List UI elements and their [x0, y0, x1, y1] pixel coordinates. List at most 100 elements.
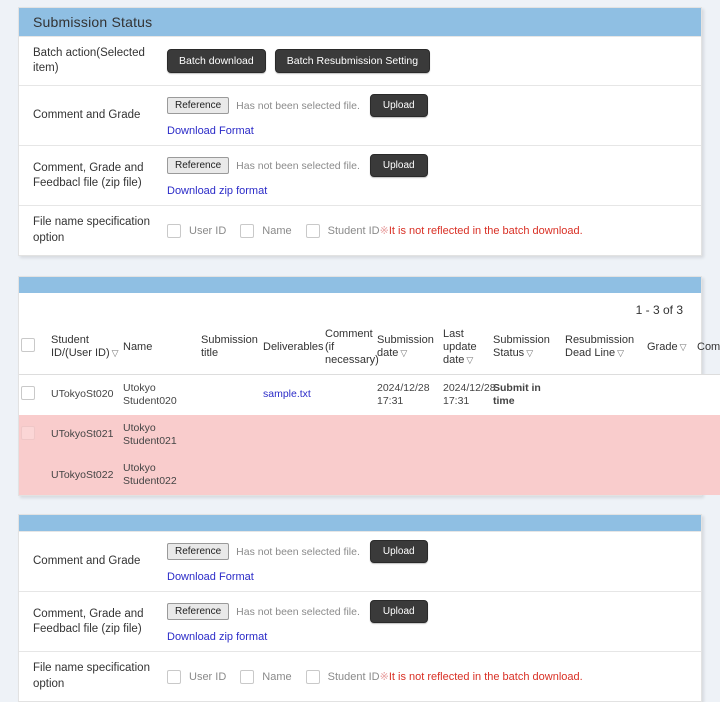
row-comment-grade-feedback: Comment, Grade and Feedbacl file (zip fi… — [19, 145, 701, 205]
panel-header-submission-status: Submission Status — [19, 8, 701, 36]
cell-submission-title — [199, 374, 261, 415]
label-comment-grade-feedback: Comment, Grade and Feedbacl file (zip fi… — [19, 146, 157, 205]
cell-submission-date — [375, 415, 441, 455]
checkbox-name-top[interactable] — [240, 224, 254, 238]
file-status-comment-grade-bottom: Has not been selected file. — [236, 546, 360, 558]
cell-checkbox — [19, 455, 49, 495]
upload-button-comment-grade[interactable]: Upload — [370, 94, 428, 117]
batch-resubmission-setting-button[interactable]: Batch Resubmission Setting — [275, 49, 430, 73]
checkbox-label-student-id-bottom: Student ID — [328, 671, 380, 683]
label-batch-action: Batch action(Selected item) — [19, 37, 157, 85]
cell-checkbox — [19, 374, 49, 415]
cell-name: Utokyo Student020 — [121, 374, 199, 415]
file-status-comment-grade: Has not been selected file. — [236, 100, 360, 112]
th-select-all — [19, 323, 49, 374]
th-label-deliverables: Deliverables — [263, 341, 324, 353]
cell-resubmission-dead-line — [563, 455, 645, 495]
th-resubmission-dead-line[interactable]: Resubmission Dead Line▽ — [563, 323, 645, 374]
row-checkbox[interactable] — [21, 426, 35, 440]
download-format-wrap-comment-grade: Download Format — [167, 123, 701, 137]
sort-triangle-icon-resubmission-dead-line[interactable]: ▽ — [617, 348, 624, 358]
file-input-line-feedback-zip: Reference Has not been selected file. Up… — [167, 154, 701, 177]
checkbox-student-id-bottom[interactable] — [306, 670, 320, 684]
cell-submission-status — [491, 415, 563, 455]
checkbox-label-student-id-top: Student ID — [328, 225, 380, 237]
th-submission-date[interactable]: Submission date▽ — [375, 323, 441, 374]
field-batch-action: Batch download Batch Resubmission Settin… — [157, 37, 701, 85]
table-row: UTokyoSt022 Utokyo Student022 — [19, 455, 720, 495]
asterisk-mark-icon-bottom: ※ — [380, 671, 389, 683]
cell-com — [695, 455, 720, 495]
checkbox-student-id-top[interactable] — [306, 224, 320, 238]
upload-button-comment-grade-bottom[interactable]: Upload — [370, 540, 428, 563]
download-zip-format-link-bottom[interactable]: Download zip format — [167, 631, 267, 643]
file-status-feedback-zip-bottom: Has not been selected file. — [236, 606, 360, 618]
th-submission-status[interactable]: Submission Status▽ — [491, 323, 563, 374]
th-deliverables: Deliverables — [261, 323, 323, 374]
cell-submission-date — [375, 455, 441, 495]
download-zip-format-wrap: Download zip format — [167, 183, 701, 197]
row-checkbox[interactable] — [21, 466, 35, 480]
th-com: Com⋯ — [695, 323, 720, 374]
row-file-name-option: File name specification option User ID N… — [19, 205, 701, 254]
file-input-line-feedback-zip-bottom: Reference Has not been selected file. Up… — [167, 600, 701, 623]
row-comment-grade-feedback-bottom: Comment, Grade and Feedbacl file (zip fi… — [19, 591, 701, 651]
th-submission-title: Submission title — [199, 323, 261, 374]
batch-download-button[interactable]: Batch download — [167, 49, 266, 73]
label-comment-and-grade-bottom: Comment and Grade — [19, 532, 157, 591]
reference-button-feedback-zip[interactable]: Reference — [167, 157, 229, 174]
checkbox-label-user-id-top: User ID — [189, 225, 226, 237]
batch-download-warning-bottom: ※It is not reflected in the batch downlo… — [380, 670, 583, 683]
checkbox-select-all[interactable] — [21, 338, 35, 352]
sort-triangle-icon-grade[interactable]: ▽ — [680, 342, 687, 352]
sort-triangle-icon-submission-status[interactable]: ▽ — [526, 348, 533, 358]
sort-triangle-icon-submission-date[interactable]: ▽ — [400, 348, 407, 358]
reference-button-feedback-zip-bottom[interactable]: Reference — [167, 603, 229, 620]
row-checkbox[interactable] — [21, 386, 35, 400]
label-file-name-option: File name specification option — [19, 206, 157, 254]
th-student-id[interactable]: Student ID/(User ID)▽ — [49, 323, 121, 374]
field-comment-grade-feedback: Reference Has not been selected file. Up… — [157, 146, 701, 205]
checkbox-user-id-bottom[interactable] — [167, 670, 181, 684]
download-format-wrap-bottom: Download Format — [167, 569, 701, 583]
download-zip-format-wrap-bottom: Download zip format — [167, 629, 701, 643]
cell-last-update-date — [441, 415, 491, 455]
cell-student-id: UTokyoSt020 — [49, 374, 121, 415]
deliverable-file-link[interactable]: sample.txt — [263, 388, 311, 400]
file-name-option-checkbox-row-bottom: User ID Name Student ID ※It is not refle… — [167, 670, 701, 684]
cell-student-id: UTokyoSt022 — [49, 455, 121, 495]
th-label-com: Com⋯ — [697, 341, 720, 353]
batch-action-button-row: Batch download Batch Resubmission Settin… — [167, 49, 701, 73]
checkbox-user-id-top[interactable] — [167, 224, 181, 238]
cell-student-id: UTokyoSt021 — [49, 415, 121, 455]
field-file-name-option: User ID Name Student ID ※It is not refle… — [157, 206, 701, 254]
cell-last-update-date — [441, 455, 491, 495]
download-zip-format-link[interactable]: Download zip format — [167, 185, 267, 197]
submissions-table: Student ID/(User ID)▽ Name Submission ti… — [19, 323, 720, 496]
sort-triangle-icon-last-update-date[interactable]: ▽ — [466, 355, 473, 365]
th-comment: Comment (if necessary) — [323, 323, 375, 374]
cell-comment — [323, 415, 375, 455]
page-root: Submission Status Batch action(Selected … — [0, 0, 720, 568]
cell-deliverables — [261, 455, 323, 495]
reference-button-comment-grade[interactable]: Reference — [167, 97, 229, 114]
cell-checkbox — [19, 415, 49, 455]
checkbox-name-bottom[interactable] — [240, 670, 254, 684]
download-format-link-comment-grade[interactable]: Download Format — [167, 125, 254, 137]
asterisk-mark-icon: ※ — [380, 225, 389, 237]
submissions-table-panel: 1 - 3 of 3 — [18, 276, 702, 497]
batch-download-warning-text-bottom: It is not reflected in the batch downloa… — [389, 671, 583, 683]
download-format-link-bottom[interactable]: Download Format — [167, 571, 254, 583]
sort-triangle-icon-student-id[interactable]: ▽ — [112, 348, 119, 358]
row-file-name-option-bottom: File name specification option User ID N… — [19, 651, 701, 700]
upload-button-feedback-zip-bottom[interactable]: Upload — [370, 600, 428, 623]
th-label-grade: Grade — [647, 341, 678, 353]
cell-resubmission-dead-line — [563, 415, 645, 455]
th-last-update-date[interactable]: Last update date▽ — [441, 323, 491, 374]
th-grade[interactable]: Grade▽ — [645, 323, 695, 374]
reference-button-comment-grade-bottom[interactable]: Reference — [167, 543, 229, 560]
th-label-name: Name — [123, 341, 152, 353]
result-count: 1 - 3 of 3 — [19, 293, 701, 323]
upload-button-feedback-zip[interactable]: Upload — [370, 154, 428, 177]
cell-submission-date: 2024/12/28 17:31 — [375, 374, 441, 415]
